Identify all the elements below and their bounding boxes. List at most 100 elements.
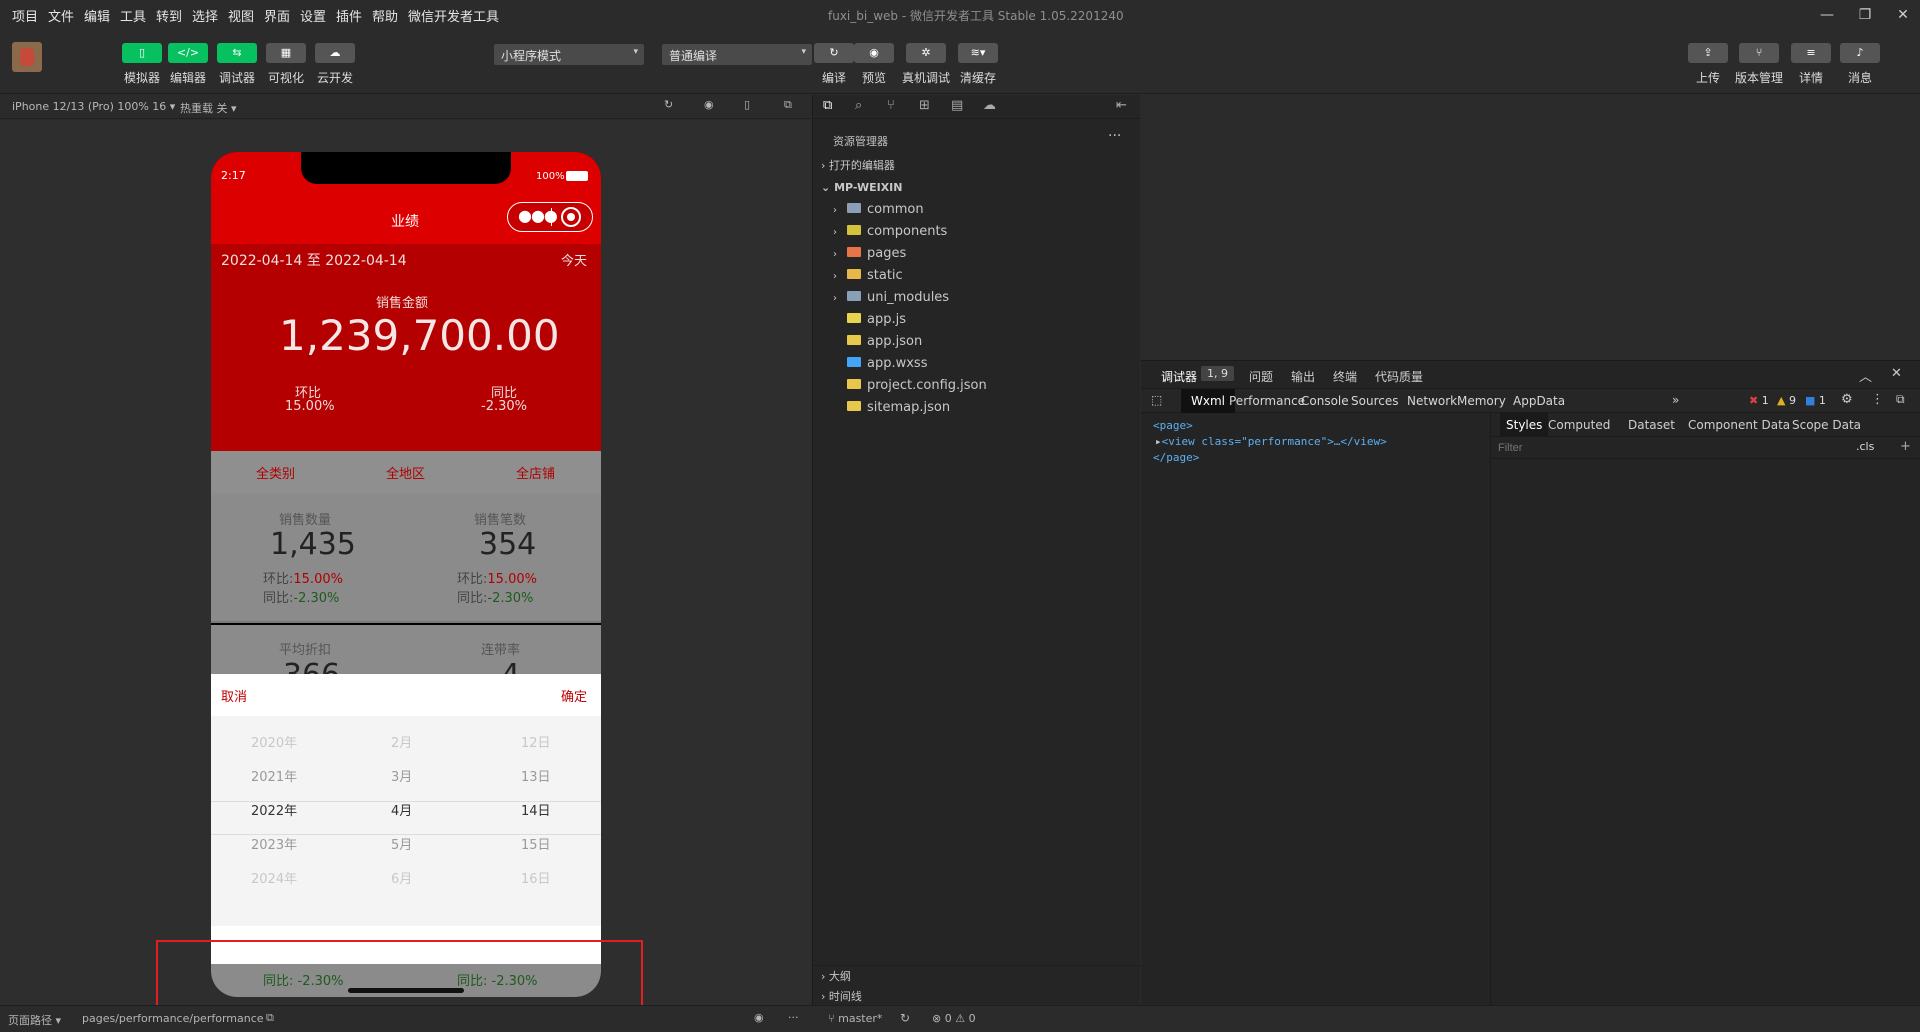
filter-store[interactable]: 全店铺 (516, 463, 555, 482)
git-branch[interactable]: ⑂ master* (828, 1012, 882, 1025)
outline-section[interactable]: › 大纲 (813, 965, 1141, 987)
tree-item[interactable]: project.config.json (813, 375, 1141, 397)
picker-option[interactable]: 4月 (391, 800, 412, 819)
avatar[interactable] (12, 42, 42, 72)
storage-icon[interactable]: ▤ (951, 98, 963, 113)
tree-item[interactable]: app.js (813, 309, 1141, 331)
menu-item[interactable]: 工具 (120, 6, 146, 25)
picker-option[interactable]: 15日 (521, 834, 551, 853)
devtools-tab[interactable]: Console (1301, 394, 1349, 408)
compile-button[interactable]: ↻ (814, 43, 854, 63)
gear-icon[interactable]: ⚙ (1841, 392, 1853, 407)
picker-option[interactable]: 5月 (391, 834, 412, 853)
problems-count[interactable]: ⊗ 0 ⚠ 0 (932, 1012, 976, 1025)
close-capsule-icon[interactable] (561, 207, 581, 227)
remote-debug-button[interactable]: ✲ (906, 43, 946, 63)
more-tabs-icon[interactable]: » (1672, 393, 1679, 407)
tree-item[interactable]: › uni_modules (813, 287, 1141, 309)
wxml-node[interactable]: <page> (1153, 419, 1193, 432)
error-count[interactable]: ✖ 1 (1749, 394, 1769, 407)
more-icon[interactable]: ··· (788, 1011, 799, 1024)
tree-item[interactable]: › static (813, 265, 1141, 287)
menu-item[interactable]: 选择 (192, 6, 218, 25)
picker-cancel-button[interactable]: 取消 (221, 686, 247, 705)
clear-cache-button[interactable]: ≋▾ (958, 43, 998, 63)
cloud-button[interactable]: ☁ (315, 43, 355, 63)
tree-item[interactable]: app.json (813, 331, 1141, 353)
device-icon[interactable]: ▯ (744, 98, 750, 111)
project-root[interactable]: ⌄ MP-WEIXIN (813, 177, 1141, 199)
more-actions-icon[interactable]: ··· (1108, 128, 1121, 144)
device-select[interactable]: iPhone 12/13 (Pro) 100% 16 ▾ (12, 100, 175, 113)
minimize-button[interactable]: — (1812, 4, 1842, 26)
tab-debugger[interactable]: 调试器 (1161, 368, 1197, 385)
picker-option[interactable]: 2月 (391, 732, 412, 751)
today-button[interactable]: 今天 (561, 250, 587, 269)
devtools-tab[interactable]: Memory (1457, 394, 1506, 408)
capsule-menu[interactable]: ●●● (507, 202, 593, 232)
picker-option[interactable]: 2023年 (251, 834, 297, 853)
filter-input[interactable] (1498, 439, 1838, 457)
info-count[interactable]: ■ 1 (1805, 394, 1826, 407)
picker-option[interactable]: 16日 (521, 868, 551, 887)
menu-item[interactable]: 编辑 (84, 6, 110, 25)
collapse-panel-icon[interactable]: ⇤ (1116, 98, 1127, 113)
menu-item[interactable]: 界面 (264, 6, 290, 25)
picker-option[interactable]: 14日 (521, 800, 551, 819)
wxml-node[interactable]: ▸<view class="performance">…</view> (1155, 435, 1387, 448)
messages-button[interactable]: ♪ (1840, 43, 1880, 63)
dock-icon[interactable]: ⧉ (1896, 392, 1905, 407)
menu-item[interactable]: 插件 (336, 6, 362, 25)
copy-icon[interactable]: ⧉ (266, 1011, 274, 1025)
visual-button[interactable]: ▦ (266, 43, 306, 63)
tab-code-quality[interactable]: 代码质量 (1375, 368, 1423, 385)
menu-item[interactable]: 项目 (12, 6, 38, 25)
details-button[interactable]: ≡ (1791, 43, 1831, 63)
devtools-tab[interactable]: Wxml (1181, 389, 1235, 413)
search-icon[interactable]: ⌕ (855, 98, 862, 113)
files-icon[interactable]: ⧉ (823, 98, 832, 113)
restore-button[interactable]: ❐ (1850, 4, 1880, 26)
filter-region[interactable]: 全地区 (386, 463, 425, 482)
editor-toggle-button[interactable]: </> (168, 43, 208, 63)
close-icon[interactable]: ✕ (1891, 366, 1902, 381)
menu-item[interactable]: 微信开发者工具 (408, 6, 499, 25)
picker-option[interactable]: 2022年 (251, 800, 297, 819)
page-path-label[interactable]: 页面路径 ▾ (8, 1012, 61, 1028)
date-range[interactable]: 2022-04-14 至 2022-04-14 (221, 250, 407, 270)
picker-option[interactable]: 2021年 (251, 766, 297, 785)
kebab-icon[interactable]: ⋮ (1871, 392, 1884, 407)
compile-select[interactable]: 普通编译 ▾ (662, 44, 812, 65)
rotate-icon[interactable]: ↻ (664, 98, 673, 111)
simulator-toggle-button[interactable]: ▯ (122, 43, 162, 63)
inspect-icon[interactable]: ⬚ (1151, 393, 1162, 407)
mode-select[interactable]: 小程序模式 ▾ (494, 44, 644, 65)
popout-icon[interactable]: ⧉ (784, 98, 792, 112)
picker-option[interactable]: 12日 (521, 732, 551, 751)
tree-item[interactable]: › pages (813, 243, 1141, 265)
eye-icon[interactable]: ◉ (754, 1011, 764, 1024)
picker-confirm-button[interactable]: 确定 (561, 686, 587, 705)
menu-item[interactable]: 视图 (228, 6, 254, 25)
tree-item[interactable]: › components (813, 221, 1141, 243)
extensions-icon[interactable]: ⊞ (919, 98, 930, 113)
debugger-toggle-button[interactable]: ⇆ (217, 43, 257, 63)
sync-icon[interactable]: ↻ (900, 1011, 910, 1025)
menu-item[interactable]: 文件 (48, 6, 74, 25)
style-tab[interactable]: Dataset (1628, 418, 1675, 432)
style-tab[interactable]: Scope Data (1792, 418, 1861, 432)
hot-reload-select[interactable]: 热重载 关 ▾ (180, 100, 237, 116)
open-editors-section[interactable]: › 打开的编辑器 (813, 155, 1141, 177)
style-tab[interactable]: Component Data (1688, 418, 1790, 432)
picker-option[interactable]: 2020年 (251, 732, 297, 751)
devtools-tab[interactable]: Performance (1229, 394, 1305, 408)
filter-category[interactable]: 全类别 (256, 463, 295, 482)
tree-item[interactable]: › common (813, 199, 1141, 221)
picker-option[interactable]: 3月 (391, 766, 412, 785)
tab-terminal[interactable]: 终端 (1333, 368, 1357, 385)
close-window-button[interactable]: ✕ (1888, 4, 1918, 26)
devtools-tab[interactable]: Sources (1351, 394, 1398, 408)
picker-option[interactable]: 2024年 (251, 868, 297, 887)
menu-item[interactable]: 帮助 (372, 6, 398, 25)
devtools-tab[interactable]: Network (1407, 394, 1457, 408)
